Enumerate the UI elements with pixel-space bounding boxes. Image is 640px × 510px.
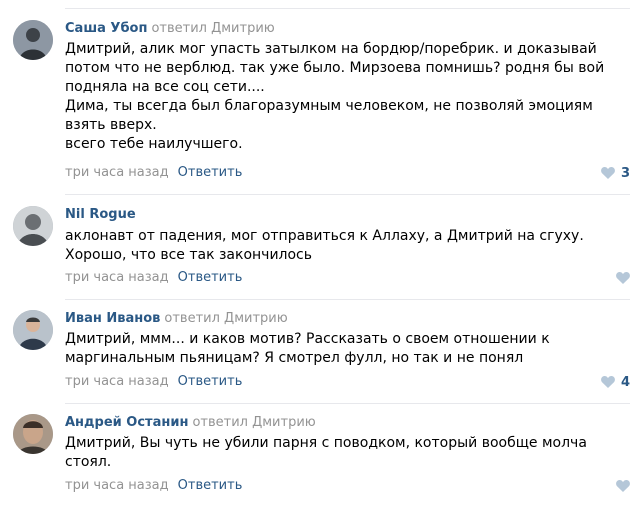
comment-text: Дмитрий, Вы чуть не убили парня с поводк… xyxy=(65,434,610,472)
comment-author[interactable]: Андрей Останин xyxy=(65,415,188,430)
reply-button[interactable]: Ответить xyxy=(178,270,243,285)
like-button[interactable]: 3 xyxy=(601,165,630,181)
reply-button[interactable]: Ответить xyxy=(178,374,243,389)
comment-text-line: маргинальным пьяницам? Я смотрел фулл, н… xyxy=(65,350,524,366)
divider xyxy=(65,299,630,300)
avatar[interactable] xyxy=(13,20,53,60)
divider xyxy=(65,8,630,9)
reply-button[interactable]: Ответить xyxy=(178,165,243,180)
comment-author[interactable]: Саша Убоп xyxy=(65,21,147,36)
reply-to-label[interactable]: ответил Дмитрию xyxy=(164,311,287,326)
comment-text: Дмитрий, алик мог упасть затылком на бор… xyxy=(65,40,610,154)
comment-author[interactable]: Nil Rogue xyxy=(65,207,136,222)
like-count: 4 xyxy=(620,374,630,390)
comment-text-line: Дмитрий, Вы чуть не убили парня с поводк… xyxy=(65,435,587,451)
comment-text-line: стоял. xyxy=(65,454,112,470)
reply-to-label[interactable]: ответил Дмитрию xyxy=(151,21,274,36)
avatar[interactable] xyxy=(13,206,53,246)
comment-text: аклонавт от падения, мог отправиться к А… xyxy=(65,227,610,265)
comment-text-line: Дмитрий, алик мог упасть затылком на бор… xyxy=(65,41,597,57)
like-button[interactable]: 4 xyxy=(601,374,630,390)
avatar[interactable] xyxy=(13,310,53,350)
like-count: 3 xyxy=(620,165,630,181)
heart-icon xyxy=(601,167,615,179)
comment-text-line: потом что не верблюд. так уже было. Мирз… xyxy=(65,60,605,76)
comment-text-line: Дима, ты всегда был благоразумным челове… xyxy=(65,98,593,114)
comment-text: Дмитрий, ммм... и каков мотив? Рассказат… xyxy=(65,330,610,368)
like-button[interactable] xyxy=(616,478,630,494)
comment-text-line: взять вверх. xyxy=(65,117,157,133)
divider xyxy=(65,403,630,404)
comment-text-line: всего тебе наилучшего. xyxy=(65,136,243,152)
comment-time[interactable]: три часа назад xyxy=(65,270,169,285)
comment-author[interactable]: Иван Иванов xyxy=(65,311,160,326)
comment-text-line: Хорошо, что все так закончилось xyxy=(65,247,313,263)
heart-icon xyxy=(601,376,615,388)
heart-icon xyxy=(616,480,630,492)
like-button[interactable] xyxy=(616,270,630,286)
comments-list: Саша Убоп ответил Дмитрию Дмитрий, алик м… xyxy=(0,0,640,510)
divider xyxy=(65,194,630,195)
comment-time[interactable]: три часа назад xyxy=(65,165,169,180)
comment-time[interactable]: три часа назад xyxy=(65,478,169,493)
reply-to-label[interactable]: ответил Дмитрию xyxy=(192,415,315,430)
avatar[interactable] xyxy=(13,414,53,454)
comment-text-line: Дмитрий, ммм... и каков мотив? Рассказат… xyxy=(65,331,550,347)
comment-text-line: подняла на все соц сети.... xyxy=(65,79,265,95)
comment-time[interactable]: три часа назад xyxy=(65,374,169,389)
comment-text-line: аклонавт от падения, мог отправиться к А… xyxy=(65,228,584,244)
reply-button[interactable]: Ответить xyxy=(178,478,243,493)
heart-icon xyxy=(616,272,630,284)
